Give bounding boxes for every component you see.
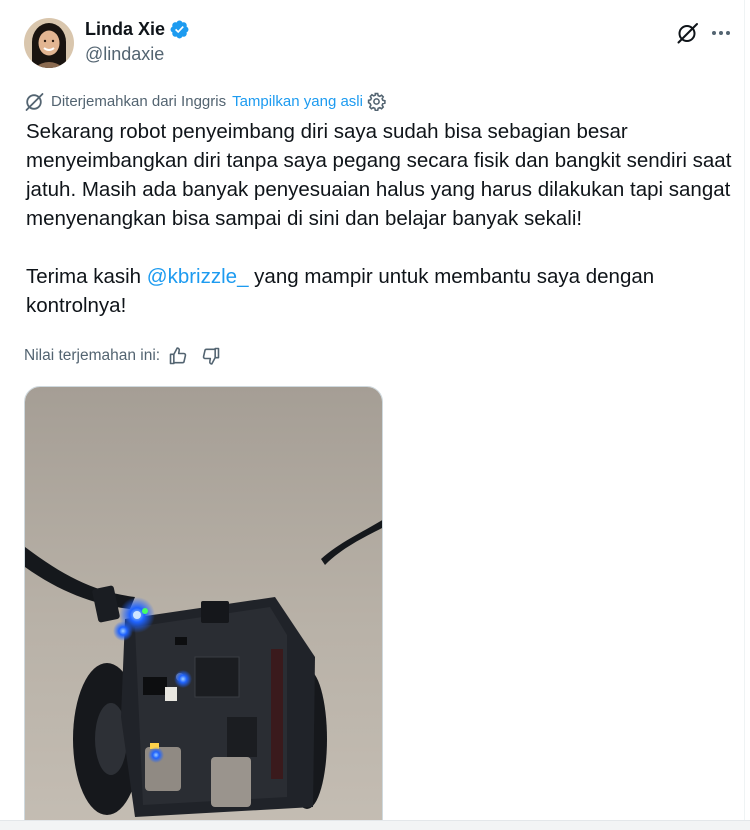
tweet-paragraph-2-prefix: Terima kasih xyxy=(26,265,147,288)
avatar[interactable] xyxy=(24,18,74,68)
author-names: Linda Xie @lindaxie xyxy=(85,19,190,65)
rate-translation-label: Nilai terjemahan ini: xyxy=(24,347,161,364)
mention-link[interactable]: @kbrizzle_ xyxy=(147,265,249,288)
grok-icon[interactable] xyxy=(675,20,701,46)
video-thumbnail[interactable] xyxy=(24,386,383,830)
thumbs-up-icon[interactable] xyxy=(168,346,188,366)
tweet-header: Linda Xie @lindaxie xyxy=(24,16,740,72)
more-horizontal-icon[interactable] xyxy=(708,20,734,46)
bottom-scroll-area xyxy=(0,820,750,830)
column-divider xyxy=(744,0,745,830)
author-display-name[interactable]: Linda Xie xyxy=(85,19,165,40)
tweet-text: Sekarang robot penyeimbang diri saya sud… xyxy=(26,117,741,320)
author-handle[interactable]: @lindaxie xyxy=(85,44,190,65)
translate-icon xyxy=(24,91,45,112)
verified-badge-icon[interactable] xyxy=(169,19,190,40)
rate-translation-bar: Nilai terjemahan ini: xyxy=(24,345,234,367)
show-original-link[interactable]: Tampilkan yang asli xyxy=(232,93,363,110)
translation-label: Diterjemahkan dari Inggris xyxy=(51,92,227,110)
translation-bar: Diterjemahkan dari Inggris Tampilkan yan… xyxy=(24,90,386,112)
thumbs-down-icon[interactable] xyxy=(201,346,221,366)
gear-icon[interactable] xyxy=(367,92,386,111)
tweet-paragraph-1: Sekarang robot penyeimbang diri saya sud… xyxy=(26,120,732,230)
tweet-paragraph-2: Terima kasih @kbrizzle_ yang mampir untu… xyxy=(26,262,741,320)
